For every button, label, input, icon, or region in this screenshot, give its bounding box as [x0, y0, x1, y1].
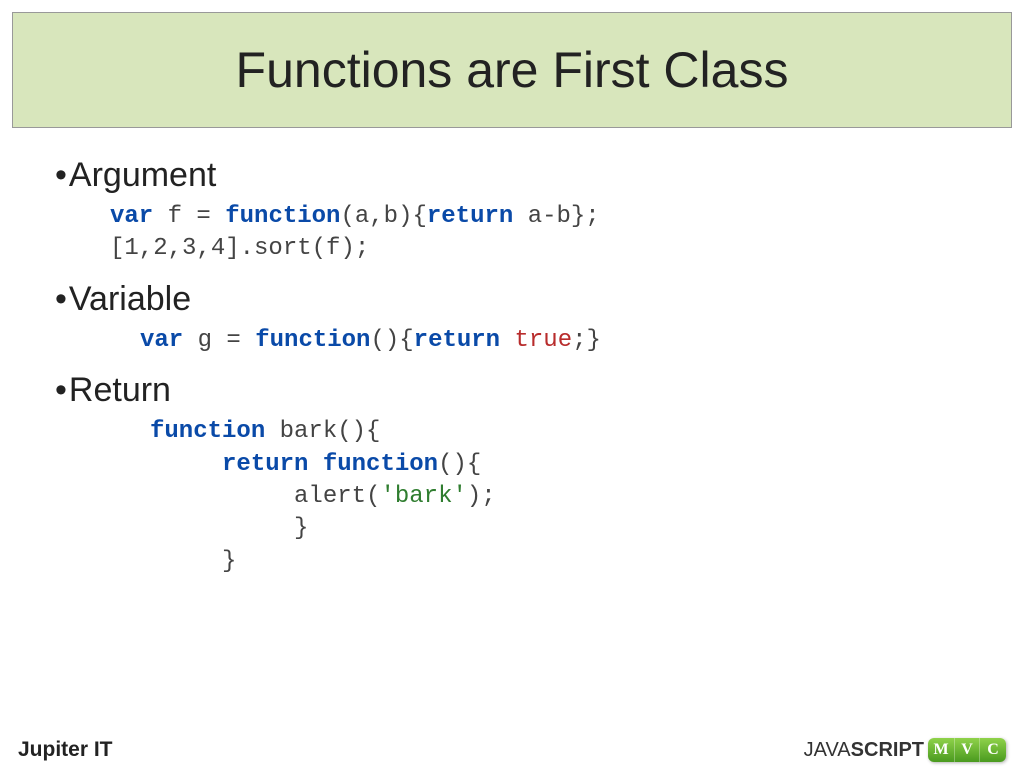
code-text: alert(	[294, 483, 380, 510]
java-text: JAVA	[804, 739, 851, 761]
bullet-return-label: Return	[69, 371, 171, 409]
footer-left-label: Jupiter IT	[18, 738, 113, 762]
bullet-variable-label: Variable	[69, 280, 191, 318]
keyword-function: function	[225, 203, 340, 230]
bullet-argument-label: Argument	[69, 156, 216, 194]
code-text: g =	[183, 327, 255, 354]
code-text: bark(){	[265, 418, 380, 445]
keyword-return: return	[427, 203, 513, 230]
javascript-text: JAVASCRIPT	[804, 739, 924, 762]
code-argument: var f = function(a,b){return a-b}; [1,2,…	[110, 201, 969, 266]
bullet-argument: •Argument	[55, 156, 969, 195]
keyword-function: function	[255, 327, 370, 354]
code-text: ;}	[572, 327, 601, 354]
bullet-variable: •Variable	[55, 280, 969, 319]
bullet-dot-icon: •	[55, 156, 67, 194]
keyword-var: var	[110, 203, 153, 230]
mvc-logo-icon: M V C	[928, 738, 1006, 762]
keyword-return: return	[222, 451, 308, 478]
bullet-dot-icon: •	[55, 280, 67, 318]
code-text: a-b};	[513, 203, 599, 230]
code-text: f =	[153, 203, 225, 230]
slide-title: Functions are First Class	[23, 41, 1001, 99]
code-text	[500, 327, 514, 354]
mvc-c: C	[980, 738, 1006, 762]
mvc-m: M	[928, 738, 954, 762]
code-return: function bark(){ return function(){ aler…	[150, 416, 969, 578]
bullet-dot-icon: •	[55, 371, 67, 409]
code-text: (){	[370, 327, 413, 354]
slide-title-bar: Functions are First Class	[12, 12, 1012, 128]
string-literal: 'bark'	[380, 483, 466, 510]
keyword-var: var	[140, 327, 183, 354]
bullet-return: •Return	[55, 371, 969, 410]
slide-content: •Argument var f = function(a,b){return a…	[0, 128, 1024, 578]
code-text: );	[467, 483, 496, 510]
code-text	[308, 451, 322, 478]
keyword-function: function	[150, 418, 265, 445]
code-text: [1,2,3,4].sort(f);	[110, 235, 369, 262]
keyword-function: function	[323, 451, 438, 478]
code-variable: var g = function(){return true;}	[140, 325, 969, 357]
code-text: (a,b){	[340, 203, 426, 230]
script-text: SCRIPT	[851, 739, 924, 761]
code-text: }	[294, 515, 308, 542]
code-text: (){	[438, 451, 481, 478]
keyword-return: return	[414, 327, 500, 354]
keyword-true: true	[515, 327, 573, 354]
code-text: }	[222, 548, 236, 575]
mvc-v: V	[954, 738, 980, 762]
footer-right-logo: JAVASCRIPT M V C	[804, 738, 1006, 762]
